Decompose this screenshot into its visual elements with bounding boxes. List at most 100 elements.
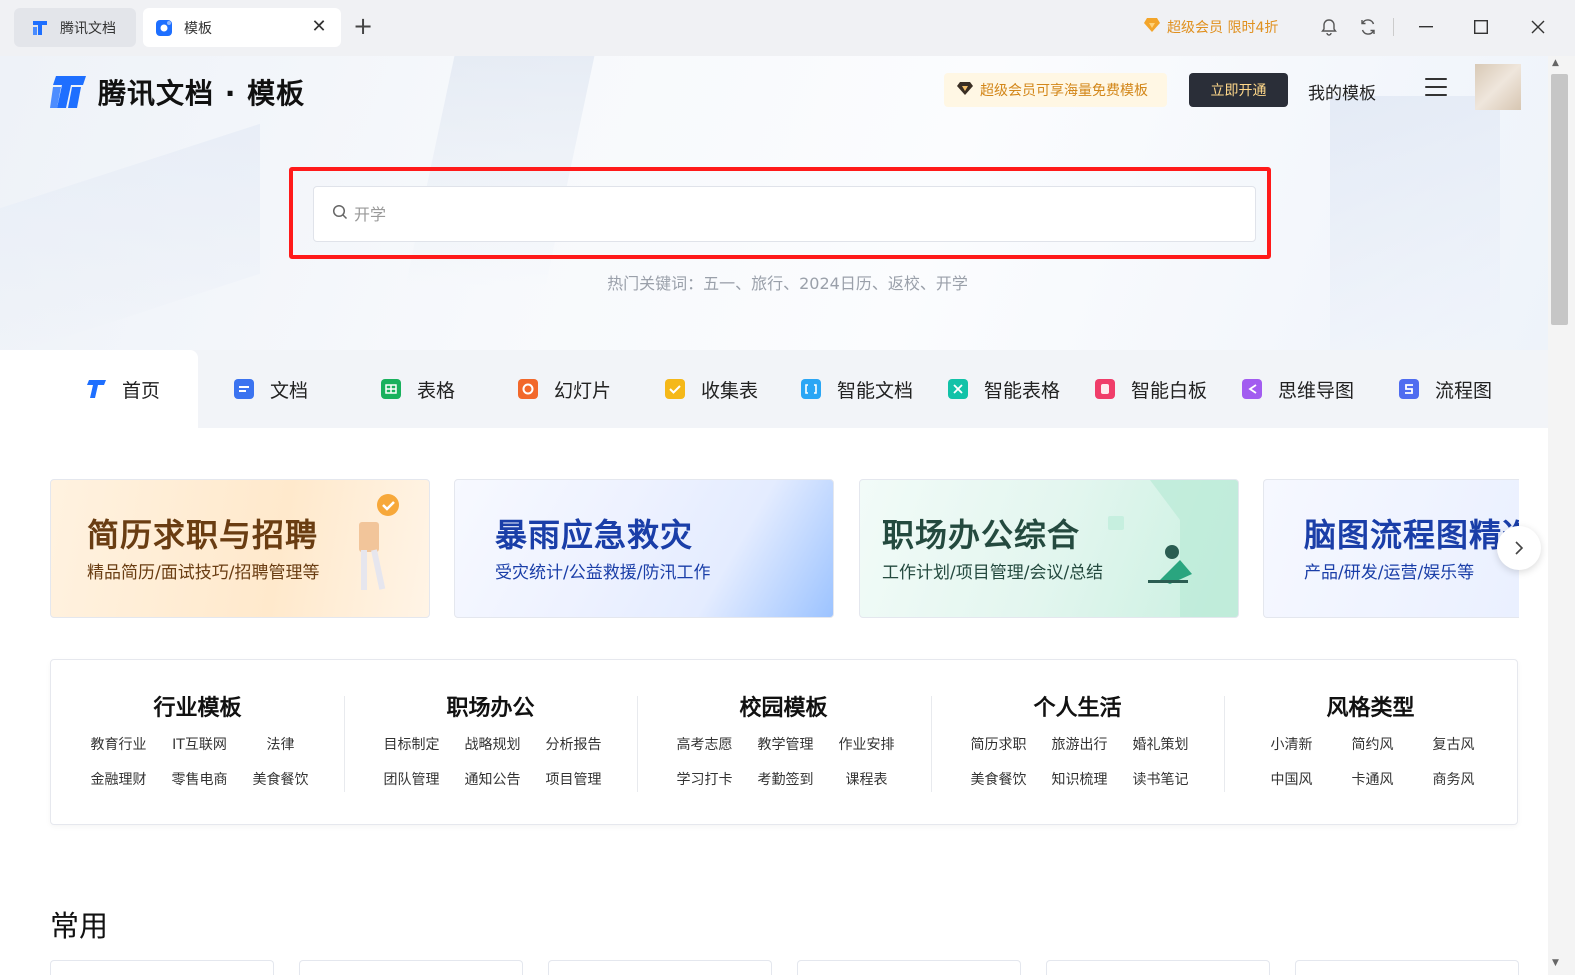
category-link[interactable]: 教育行业 xyxy=(78,736,159,754)
category-link[interactable]: 复古风 xyxy=(1413,736,1494,754)
template-card[interactable] xyxy=(50,960,274,975)
category-link[interactable]: 考勤签到 xyxy=(745,771,826,789)
search-box[interactable] xyxy=(313,186,1256,242)
my-templates-link[interactable]: 我的模板 xyxy=(1308,79,1376,104)
maximize-icon[interactable] xyxy=(1470,16,1492,38)
vip-promo-link[interactable]: 超级会员 限时4折 xyxy=(1143,15,1278,39)
tab-label: 智能文档 xyxy=(837,379,914,402)
tab-smart-doc[interactable]: 智能文档 xyxy=(801,350,913,428)
template-icon xyxy=(155,19,173,37)
category-link[interactable]: 美食餐饮 xyxy=(240,771,321,789)
avatar[interactable] xyxy=(1475,64,1521,110)
template-card[interactable] xyxy=(1295,960,1519,975)
section-title-common: 常用 xyxy=(50,909,109,943)
category-link[interactable]: 中国风 xyxy=(1251,771,1332,789)
category-link[interactable]: 婚礼策划 xyxy=(1120,736,1201,754)
category-link[interactable]: 商务风 xyxy=(1413,771,1494,789)
banner-next-button[interactable] xyxy=(1497,526,1541,570)
tab-form[interactable]: 收集表 xyxy=(665,350,758,428)
group-title[interactable]: 个人生活 xyxy=(931,690,1224,722)
category-link[interactable]: 作业安排 xyxy=(826,736,907,754)
close-window-icon[interactable] xyxy=(1527,16,1549,38)
tab-label: 智能表格 xyxy=(984,379,1061,402)
category-link[interactable]: 战略规划 xyxy=(452,736,533,754)
tab-label: 收集表 xyxy=(701,379,759,402)
category-link[interactable]: 通知公告 xyxy=(452,771,533,789)
hero-decoration xyxy=(0,123,260,350)
group-title[interactable]: 校园模板 xyxy=(637,690,930,722)
category-link[interactable]: 项目管理 xyxy=(533,771,614,789)
banner-mindmap[interactable]: 脑图流程图精选 产品/研发/运营/娱乐等 xyxy=(1263,479,1519,618)
category-link[interactable]: 读书笔记 xyxy=(1120,771,1201,789)
scroll-up-icon[interactable]: ▲ xyxy=(1552,58,1559,68)
category-link[interactable]: 旅游出行 xyxy=(1039,736,1120,754)
open-vip-button[interactable]: 立即开通 xyxy=(1189,73,1288,107)
category-link[interactable]: 教学管理 xyxy=(745,736,826,754)
home-icon xyxy=(86,379,106,399)
category-link[interactable]: 学习打卡 xyxy=(664,771,745,789)
category-link[interactable]: 知识梳理 xyxy=(1039,771,1120,789)
tab-doc[interactable]: 文档 xyxy=(234,350,308,428)
category-link[interactable]: 金融理财 xyxy=(78,771,159,789)
template-card[interactable] xyxy=(548,960,772,975)
category-link[interactable]: 卡通风 xyxy=(1332,771,1413,789)
category-link[interactable]: 课程表 xyxy=(826,771,907,789)
chevron-right-icon xyxy=(1515,541,1524,555)
bell-icon[interactable] xyxy=(1318,16,1340,38)
category-link[interactable]: 简历求职 xyxy=(958,736,1039,754)
tab-slides[interactable]: 幻灯片 xyxy=(518,350,611,428)
category-link[interactable]: 法律 xyxy=(240,736,321,754)
category-link[interactable]: 分析报告 xyxy=(533,736,614,754)
scroll-down-icon[interactable]: ▼ xyxy=(1552,958,1559,968)
search-input[interactable] xyxy=(354,204,1214,224)
banner-office[interactable]: 职场办公综合 工作计划/项目管理/会议/总结 xyxy=(859,479,1239,618)
template-card[interactable] xyxy=(797,960,1021,975)
category-link[interactable]: 美食餐饮 xyxy=(958,771,1039,789)
vip-promo-text: 超级会员 限时4折 xyxy=(1167,20,1279,36)
banner-subtitle: 受灾统计/公益救援/防汛工作 xyxy=(495,563,711,583)
category-group: 风格类型 小清新 简约风 复古风 中国风 卡通风 商务风 xyxy=(1224,660,1517,826)
hot-keywords: 热门关键词：五一、旅行、2024日历、返校、开学 xyxy=(607,274,968,293)
menu-icon[interactable] xyxy=(1425,78,1447,98)
site-logo[interactable]: 腾讯文档 · 模板 xyxy=(50,72,305,112)
minimize-icon[interactable] xyxy=(1415,16,1437,38)
category-link[interactable]: 零售电商 xyxy=(159,771,240,789)
tab-mindmap[interactable]: 思维导图 xyxy=(1242,350,1354,428)
category-group: 行业模板 教育行业 IT互联网 法律 金融理财 零售电商 美食餐饮 xyxy=(51,660,344,826)
tencent-docs-icon xyxy=(31,19,49,37)
template-card[interactable] xyxy=(299,960,523,975)
category-link[interactable]: IT互联网 xyxy=(159,736,240,754)
hero-decoration xyxy=(1330,96,1500,350)
tab-tencent-docs[interactable]: 腾讯文档 xyxy=(14,8,136,47)
tab-label: 首页 xyxy=(122,379,161,402)
banner-rainstorm[interactable]: 暴雨应急救灾 受灾统计/公益救援/防汛工作 xyxy=(454,479,834,618)
tab-sheet[interactable]: 表格 xyxy=(381,350,455,428)
tab-flowchart[interactable]: 流程图 xyxy=(1399,350,1492,428)
group-title[interactable]: 行业模板 xyxy=(51,690,344,722)
tab-smart-sheet[interactable]: 智能表格 xyxy=(948,350,1060,428)
category-link[interactable]: 高考志愿 xyxy=(664,736,745,754)
category-link[interactable]: 目标制定 xyxy=(371,736,452,754)
tab-label: 模板 xyxy=(184,20,212,37)
template-card[interactable] xyxy=(1046,960,1270,975)
sync-icon[interactable] xyxy=(1357,16,1379,38)
scrollbar-thumb[interactable] xyxy=(1551,74,1568,325)
group-title[interactable]: 风格类型 xyxy=(1224,690,1517,722)
banner-title: 职场办公综合 xyxy=(882,516,1081,554)
tab-whiteboard[interactable]: 智能白板 xyxy=(1095,350,1207,428)
form-icon xyxy=(665,379,685,399)
category-link[interactable]: 小清新 xyxy=(1251,736,1332,754)
tab-template[interactable]: 模板 ✕ xyxy=(143,8,341,47)
category-link[interactable]: 简约风 xyxy=(1332,736,1413,754)
diamond-icon xyxy=(1143,17,1161,37)
category-link[interactable]: 团队管理 xyxy=(371,771,452,789)
banner-title: 脑图流程图精选 xyxy=(1304,516,1519,554)
new-tab-button[interactable]: + xyxy=(351,14,375,38)
category-group: 校园模板 高考志愿 教学管理 作业安排 学习打卡 考勤签到 课程表 xyxy=(637,660,930,826)
slides-icon xyxy=(518,379,538,399)
tab-home[interactable]: 首页 xyxy=(0,350,198,428)
banner-resume[interactable]: 简历求职与招聘 精品简历/面试技巧/招聘管理等 xyxy=(50,479,430,618)
close-tab-icon[interactable]: ✕ xyxy=(309,17,329,37)
vip-banner[interactable]: 超级会员可享海量免费模板 xyxy=(944,73,1167,107)
group-title[interactable]: 职场办公 xyxy=(344,690,637,722)
